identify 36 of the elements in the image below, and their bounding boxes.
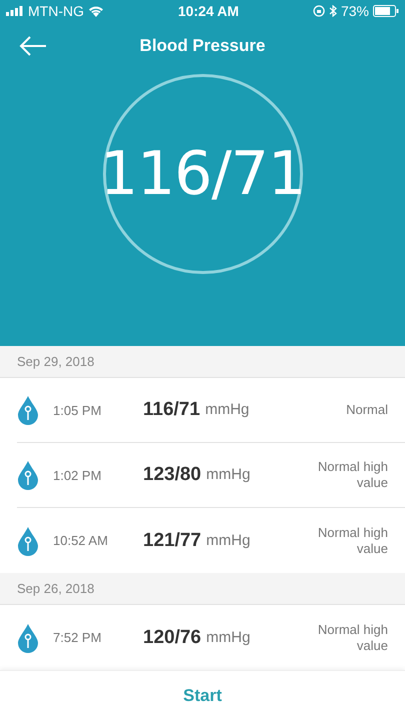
- blood-drop-icon: [17, 526, 39, 556]
- measurement-unit: mmHg: [205, 400, 250, 420]
- measurement-row[interactable]: 7:52 PM 120/76 mmHg Normal high value: [17, 605, 405, 670]
- blood-drop-icon: [17, 395, 39, 426]
- measurement-time: 1:05 PM: [53, 402, 102, 420]
- clock-time: 10:24 AM: [178, 2, 239, 20]
- battery-icon: [372, 5, 399, 17]
- measurement-value: 123/80: [143, 463, 202, 487]
- blood-drop-icon: [17, 460, 39, 490]
- measurement-time: 1:02 PM: [53, 466, 102, 484]
- measurement-row[interactable]: 10:52 AM 121/77 mmHg Normal high value: [17, 508, 405, 574]
- wifi-icon: [88, 5, 104, 17]
- bluetooth-icon: [328, 5, 337, 17]
- current-reading: 116/71: [100, 138, 306, 211]
- measurement-unit: mmHg: [206, 465, 250, 485]
- measurement-value: 116/71: [143, 398, 200, 422]
- measurement-time: 10:52 AM: [53, 532, 109, 550]
- measurement-row[interactable]: 1:02 PM 123/80 mmHg Normal high value: [17, 443, 405, 508]
- measurement-time: 7:52 PM: [53, 629, 102, 647]
- battery-percent: 73%: [340, 2, 369, 20]
- measurement-status: Normal high value: [316, 459, 388, 492]
- page-title: Blood Pressure: [140, 35, 266, 58]
- date-header: Sep 26, 2018: [0, 573, 405, 606]
- measurement-value: 121/77: [143, 528, 202, 552]
- measurement-status: Normal high value: [316, 524, 388, 557]
- measurement-value: 120/76: [143, 626, 202, 650]
- measurement-status: Normal high value: [316, 622, 388, 654]
- date-header: Sep 29, 2018: [0, 346, 405, 378]
- measurement-status: Normal: [345, 402, 388, 418]
- measurement-row[interactable]: 1:05 PM 116/71 mmHg Normal: [17, 378, 405, 444]
- measurement-unit: mmHg: [206, 530, 250, 550]
- signal-icon: [6, 6, 24, 16]
- carrier-name: MTN-NG: [28, 2, 84, 20]
- blood-drop-icon: [17, 622, 39, 653]
- measurement-unit: mmHg: [206, 628, 250, 648]
- rotation-lock-icon: [312, 5, 325, 17]
